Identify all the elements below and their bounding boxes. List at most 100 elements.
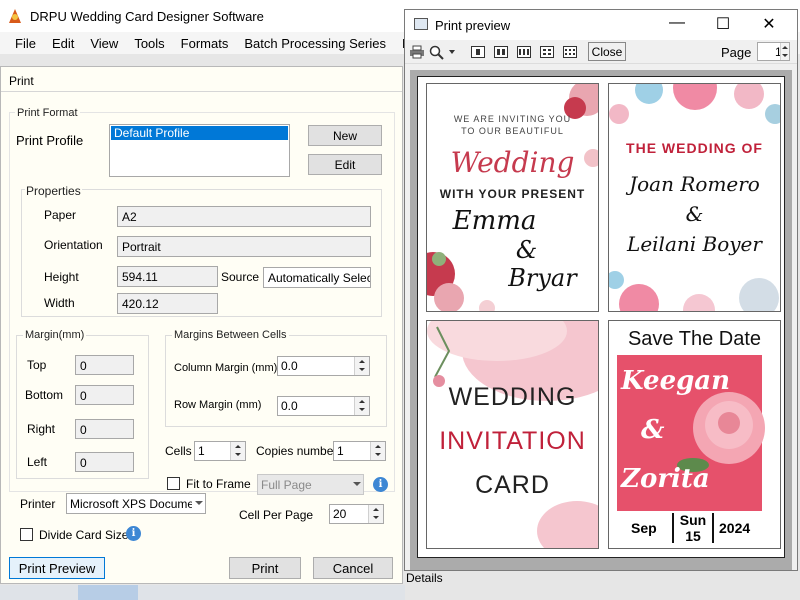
preview-title: Print preview <box>435 18 511 33</box>
printer-select[interactable]: Microsoft XPS Document <box>66 493 206 514</box>
cancel-button[interactable]: Cancel <box>313 557 393 579</box>
width-field[interactable]: 420.12 <box>117 293 218 314</box>
spinner-arrows-icon[interactable] <box>354 357 369 375</box>
top-margin-field[interactable]: 0 <box>75 355 134 375</box>
fit-to-frame-checkbox[interactable] <box>167 477 180 490</box>
selected-thumbnail[interactable] <box>78 585 138 600</box>
print-icon[interactable] <box>409 45 425 59</box>
fit-to-frame-label: Fit to Frame <box>186 477 251 491</box>
six-pages-icon[interactable] <box>563 46 577 58</box>
spinner-arrows-icon[interactable] <box>230 442 245 460</box>
column-margin-label: Column Margin (mm) <box>174 362 278 374</box>
card1-wedding: Wedding <box>450 146 575 179</box>
card4-date: 15 <box>685 528 701 544</box>
card4-ampersand: & <box>641 415 665 445</box>
right-margin-label: Right <box>27 422 56 436</box>
copies-spinner[interactable]: 1 <box>333 441 386 461</box>
height-field[interactable]: 594.11 <box>117 266 218 287</box>
four-pages-icon[interactable] <box>540 46 554 58</box>
two-pages-icon[interactable] <box>494 46 508 58</box>
bottom-margin-field[interactable]: 0 <box>75 385 134 405</box>
divide-card-checkbox[interactable] <box>20 528 33 541</box>
source-field[interactable]: Automatically Select <box>263 267 371 288</box>
bottom-margin-label: Bottom <box>25 388 64 402</box>
card4-title: Save The Date <box>627 328 762 350</box>
page-label: Page <box>721 45 752 60</box>
print-button[interactable]: Print <box>229 557 301 579</box>
print-format-title: Print Format <box>15 107 80 119</box>
minimize-icon[interactable]: — <box>667 14 687 32</box>
card1-name1: Emma <box>452 206 537 236</box>
print-preview-button[interactable]: Print Preview <box>9 557 105 579</box>
paper-label: Paper <box>44 208 77 222</box>
printer-label: Printer <box>20 497 56 511</box>
one-page-icon[interactable] <box>471 46 485 58</box>
card4-month: Sep <box>631 520 657 536</box>
chevron-down-icon <box>195 501 203 505</box>
spinner-arrows-icon[interactable] <box>780 43 789 60</box>
menu-view[interactable]: View <box>82 36 126 51</box>
properties-title: Properties <box>25 184 82 198</box>
row-margin-value: 0.0 <box>281 399 298 413</box>
app-logo-icon <box>9 9 21 23</box>
row-margin-spinner[interactable]: 0.0 <box>277 396 370 416</box>
cell-per-page-spinner[interactable]: 20 <box>329 504 384 524</box>
close-icon[interactable]: ✕ <box>759 14 779 34</box>
preview-toolbar: Close Page 1 <box>405 40 797 64</box>
orientation-field[interactable]: Portrait <box>117 236 371 257</box>
card2-title: THE WEDDING OF <box>626 140 763 156</box>
card1-line1: WE ARE INVITING YOU <box>453 114 572 124</box>
card2-name1: Joan Romero <box>629 172 760 196</box>
card2-name2: Leilani Boyer <box>627 232 762 256</box>
app-thumbnail-strip <box>0 585 405 600</box>
preview-canvas[interactable]: WE ARE INVITING YOU TO OUR BEAUTIFUL Wed… <box>410 70 792 570</box>
left-margin-field[interactable]: 0 <box>75 452 134 472</box>
print-profile-list[interactable]: Default Profile <box>109 124 290 177</box>
printer-value: Microsoft XPS Document <box>70 497 192 511</box>
print-dialog-title: Print <box>9 74 34 88</box>
card-thumbnail-2: THE WEDDING OF Joan Romero & Leilani Boy… <box>608 83 781 312</box>
divider <box>1 91 402 92</box>
print-preview-window: Print preview — ☐ ✕ Close Page 1 WE ARE … <box>404 9 798 571</box>
zoom-icon[interactable] <box>429 45 445 60</box>
card3-line2: INVITATION <box>439 427 586 455</box>
print-dialog: Print Print Format Print Profile Default… <box>0 66 403 584</box>
cells-margin-title: Margins Between Cells <box>172 329 289 341</box>
details-label: Details <box>406 571 443 585</box>
page-spinner[interactable]: 1 <box>757 42 790 61</box>
new-profile-button[interactable]: New <box>308 125 382 146</box>
app-title: DRPU Wedding Card Designer Software <box>30 8 264 24</box>
left-margin-label: Left <box>27 455 48 469</box>
menu-batch-processing[interactable]: Batch Processing Series <box>236 36 394 51</box>
cells-value: 1 <box>198 444 205 458</box>
info-icon[interactable]: i <box>126 526 141 541</box>
fit-mode-select[interactable]: Full Page <box>257 474 364 495</box>
edit-profile-button[interactable]: Edit <box>308 154 382 175</box>
right-margin-field[interactable]: 0 <box>75 419 134 439</box>
card-thumbnail-1: WE ARE INVITING YOU TO OUR BEAUTIFUL Wed… <box>426 83 599 312</box>
spinner-arrows-icon[interactable] <box>368 505 383 523</box>
menu-tools[interactable]: Tools <box>126 36 172 51</box>
column-margin-spinner[interactable]: 0.0 <box>277 356 370 376</box>
card4-year: 2024 <box>719 520 751 536</box>
paper-field[interactable]: A2 <box>117 206 371 227</box>
menu-file[interactable]: File <box>0 36 44 51</box>
card2-ampersand: & <box>685 202 704 226</box>
menu-edit[interactable]: Edit <box>44 36 82 51</box>
orientation-label: Orientation <box>44 238 103 252</box>
preview-close-button[interactable]: Close <box>588 42 626 61</box>
spinner-arrows-icon[interactable] <box>370 442 385 460</box>
chevron-down-icon[interactable] <box>449 50 455 54</box>
maximize-icon[interactable]: ☐ <box>713 14 733 34</box>
width-label: Width <box>44 296 75 310</box>
info-icon[interactable]: i <box>373 477 388 492</box>
three-pages-icon[interactable] <box>517 46 531 58</box>
menu-formats[interactable]: Formats <box>173 36 237 51</box>
cells-spinner[interactable]: 1 <box>194 441 246 461</box>
row-margin-label: Row Margin (mm) <box>174 399 262 411</box>
spinner-arrows-icon[interactable] <box>354 397 369 415</box>
profile-list-item[interactable]: Default Profile <box>111 126 288 140</box>
card4-weekday: Sun <box>679 512 707 528</box>
chevron-down-icon <box>353 482 361 486</box>
divider <box>712 513 714 543</box>
